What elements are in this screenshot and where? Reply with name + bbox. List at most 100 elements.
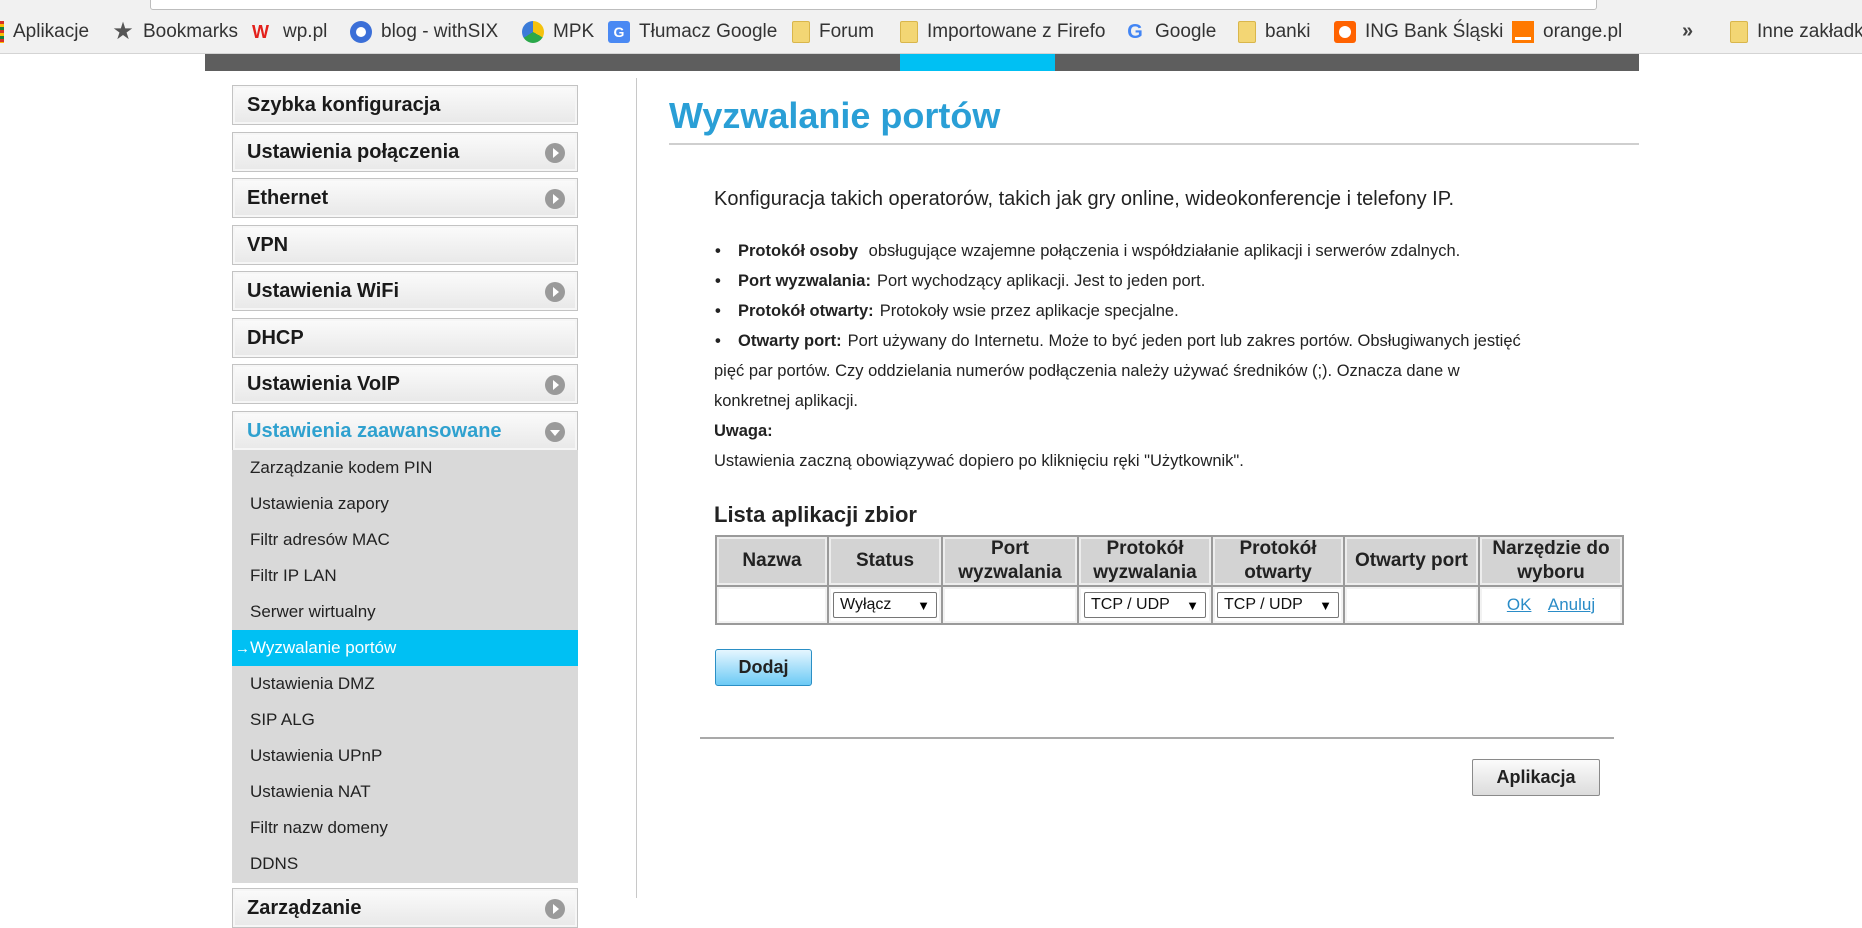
chevron-right-icon <box>545 189 565 209</box>
menu-label: Ustawienia połączenia <box>247 140 460 163</box>
bullet-item: Protokół otwarty: Protokoły wsie przez ap… <box>714 296 1614 326</box>
bookmark-label: Tłumacz Google <box>639 21 778 42</box>
submenu-item-sip-alg[interactable]: SIP ALG <box>232 702 578 738</box>
star-icon: ★ <box>112 18 134 45</box>
apps-icon <box>0 21 4 43</box>
bottom-divider <box>700 737 1614 739</box>
bookmark-blog[interactable]: blog - withSIX <box>350 20 498 44</box>
open-protocol-select[interactable]: TCP / UDP ▼ <box>1217 592 1339 618</box>
chevron-right-icon <box>545 899 565 919</box>
menu-dhcp[interactable]: DHCP <box>232 318 578 358</box>
bookmark-google[interactable]: G Google <box>1124 20 1216 44</box>
bookmark-label: MPK <box>553 21 595 42</box>
menu-vpn[interactable]: VPN <box>232 225 578 265</box>
mpk-icon <box>522 21 544 43</box>
bookmark-label: orange.pl <box>1543 21 1623 42</box>
folder-icon <box>792 21 810 43</box>
bookmark-tlumacz[interactable]: G Tłumacz Google <box>608 20 777 44</box>
open-port-cell[interactable] <box>1343 585 1480 625</box>
application-list-table: Nazwa Status Port wyzwalania Protokół wy… <box>715 535 1624 625</box>
bullet-term: Protokół osoby <box>738 242 859 260</box>
bookmark-other[interactable]: Inne zakładk <box>1730 20 1862 44</box>
bookmark-bookmarks[interactable]: ★ Bookmarks <box>112 20 238 44</box>
submenu-item-virtual-server[interactable]: Serwer wirtualny <box>232 594 578 630</box>
submenu-item-upnp[interactable]: Ustawienia UPnP <box>232 738 578 774</box>
trigger-protocol-cell: TCP / UDP ▼ <box>1077 585 1213 625</box>
add-button[interactable]: Dodaj <box>715 649 812 686</box>
bookmark-mpk[interactable]: MPK <box>522 20 594 44</box>
menu-ethernet[interactable]: Ethernet <box>232 178 578 218</box>
name-cell[interactable] <box>715 585 829 625</box>
bullet-text: obsługujące wzajemne połączenia i współd… <box>864 242 1461 260</box>
select-arrow-icon: ▼ <box>1186 597 1199 613</box>
submenu-label: Serwer wirtualny <box>250 602 376 621</box>
submenu-label: Filtr adresów MAC <box>250 530 390 549</box>
content-divider <box>636 78 637 898</box>
ing-icon <box>1334 21 1356 43</box>
menu-ustawienia-wifi[interactable]: Ustawienia WiFi <box>232 271 578 311</box>
chevron-right-icon <box>545 375 565 395</box>
menu-ustawienia-voip[interactable]: Ustawienia VoIP <box>232 364 578 404</box>
menu-ustawienia-polaczenia[interactable]: Ustawienia połączenia <box>232 132 578 172</box>
table-row: Wyłącz ▼ TCP / UDP ▼ TCP / UDP ▼ OK Anul… <box>715 585 1624 625</box>
intro-text: Konfiguracja takich operatorów, takich j… <box>714 188 1455 210</box>
menu-zarzadzanie[interactable]: Zarządzanie <box>232 888 578 928</box>
menu-szybka-konfiguracja[interactable]: Szybka konfiguracja <box>232 85 578 125</box>
submenu-item-nat[interactable]: Ustawienia NAT <box>232 774 578 810</box>
list-title: Lista aplikacji zbior <box>714 502 917 527</box>
column-header: Otwarty port <box>1343 535 1480 587</box>
submenu-item-ip-lan-filter[interactable]: Filtr IP LAN <box>232 558 578 594</box>
chevron-down-icon <box>545 422 565 442</box>
cancel-link[interactable]: Anuluj <box>1548 595 1595 614</box>
bookmark-label: blog - withSIX <box>381 21 499 42</box>
bookmark-ing[interactable]: ING Bank Śląski <box>1334 20 1503 44</box>
blog-icon <box>350 21 372 43</box>
table-header-row: Nazwa Status Port wyzwalania Protokół wy… <box>715 535 1624 587</box>
bookmark-label: wp.pl <box>283 21 328 42</box>
bookmark-banki[interactable]: banki <box>1238 20 1310 44</box>
submenu-item-pin[interactable]: Zarządzanie kodem PIN <box>232 450 578 486</box>
bullet-term: Port wyzwalania: <box>738 272 871 290</box>
apply-button[interactable]: Aplikacja <box>1472 759 1600 796</box>
bullet-text: Port wychodzący aplikacji. Jest to jeden… <box>876 272 1206 290</box>
submenu-label: Filtr nazw domeny <box>250 818 388 837</box>
menu-label: Szybka konfiguracja <box>247 93 441 116</box>
bookmark-label: ING Bank Śląski <box>1365 21 1504 42</box>
column-header: Narzędzie do wyboru <box>1478 535 1624 587</box>
bullet-term: Otwarty port: <box>738 332 842 350</box>
google-icon: G <box>1127 21 1143 43</box>
bullet-continuation: konkretnej aplikacji. <box>714 392 858 410</box>
ok-link[interactable]: OK <box>1507 595 1532 614</box>
submenu-label: Ustawienia UPnP <box>250 746 383 765</box>
menu-label: Ustawienia VoIP <box>247 372 401 395</box>
bookmark-label: Bookmarks <box>143 21 239 42</box>
submenu-item-domain-filter[interactable]: Filtr nazw domeny <box>232 810 578 846</box>
top-nav-active-tab[interactable] <box>900 54 1055 71</box>
open-protocol-value: TCP / UDP <box>1224 596 1303 613</box>
bookmarks-overflow-button[interactable]: » <box>1682 20 1693 43</box>
bookmark-aplikacje[interactable]: Aplikacje <box>0 20 89 44</box>
bookmark-orange[interactable]: orange.pl <box>1512 20 1622 44</box>
menu-label: DHCP <box>247 326 304 349</box>
submenu-label: SIP ALG <box>250 710 315 729</box>
submenu-label: Ustawienia zapory <box>250 494 389 513</box>
trigger-port-cell[interactable] <box>941 585 1079 625</box>
bookmark-importowane[interactable]: Importowane z Firefo <box>900 20 1105 44</box>
submenu-item-dmz[interactable]: Ustawienia DMZ <box>232 666 578 702</box>
submenu-item-port-triggering[interactable]: → Wyzwalanie portów <box>232 630 578 666</box>
actions-cell: OK Anuluj <box>1478 585 1624 625</box>
bookmarks-bar: Aplikacje ★ Bookmarks W wp.pl blog - wit… <box>0 0 1862 54</box>
bullet-continuation: pięć par portów. Czy oddzielania numerów… <box>714 362 1460 380</box>
google-translate-icon: G <box>608 21 630 43</box>
bookmark-forum[interactable]: Forum <box>792 20 874 44</box>
trigger-protocol-select[interactable]: TCP / UDP ▼ <box>1084 592 1206 618</box>
bookmark-wp[interactable]: W wp.pl <box>252 20 327 44</box>
submenu-item-ddns[interactable]: DDNS <box>232 846 578 882</box>
address-bar[interactable] <box>150 0 1597 10</box>
trigger-protocol-value: TCP / UDP <box>1091 596 1170 613</box>
status-select[interactable]: Wyłącz ▼ <box>833 592 937 618</box>
menu-ustawienia-zaawansowane[interactable]: Ustawienia zaawansowane <box>232 411 578 451</box>
note-label: Uwaga: <box>714 416 1614 446</box>
submenu-item-mac-filter[interactable]: Filtr adresów MAC <box>232 522 578 558</box>
submenu-item-zapora[interactable]: Ustawienia zapory <box>232 486 578 522</box>
